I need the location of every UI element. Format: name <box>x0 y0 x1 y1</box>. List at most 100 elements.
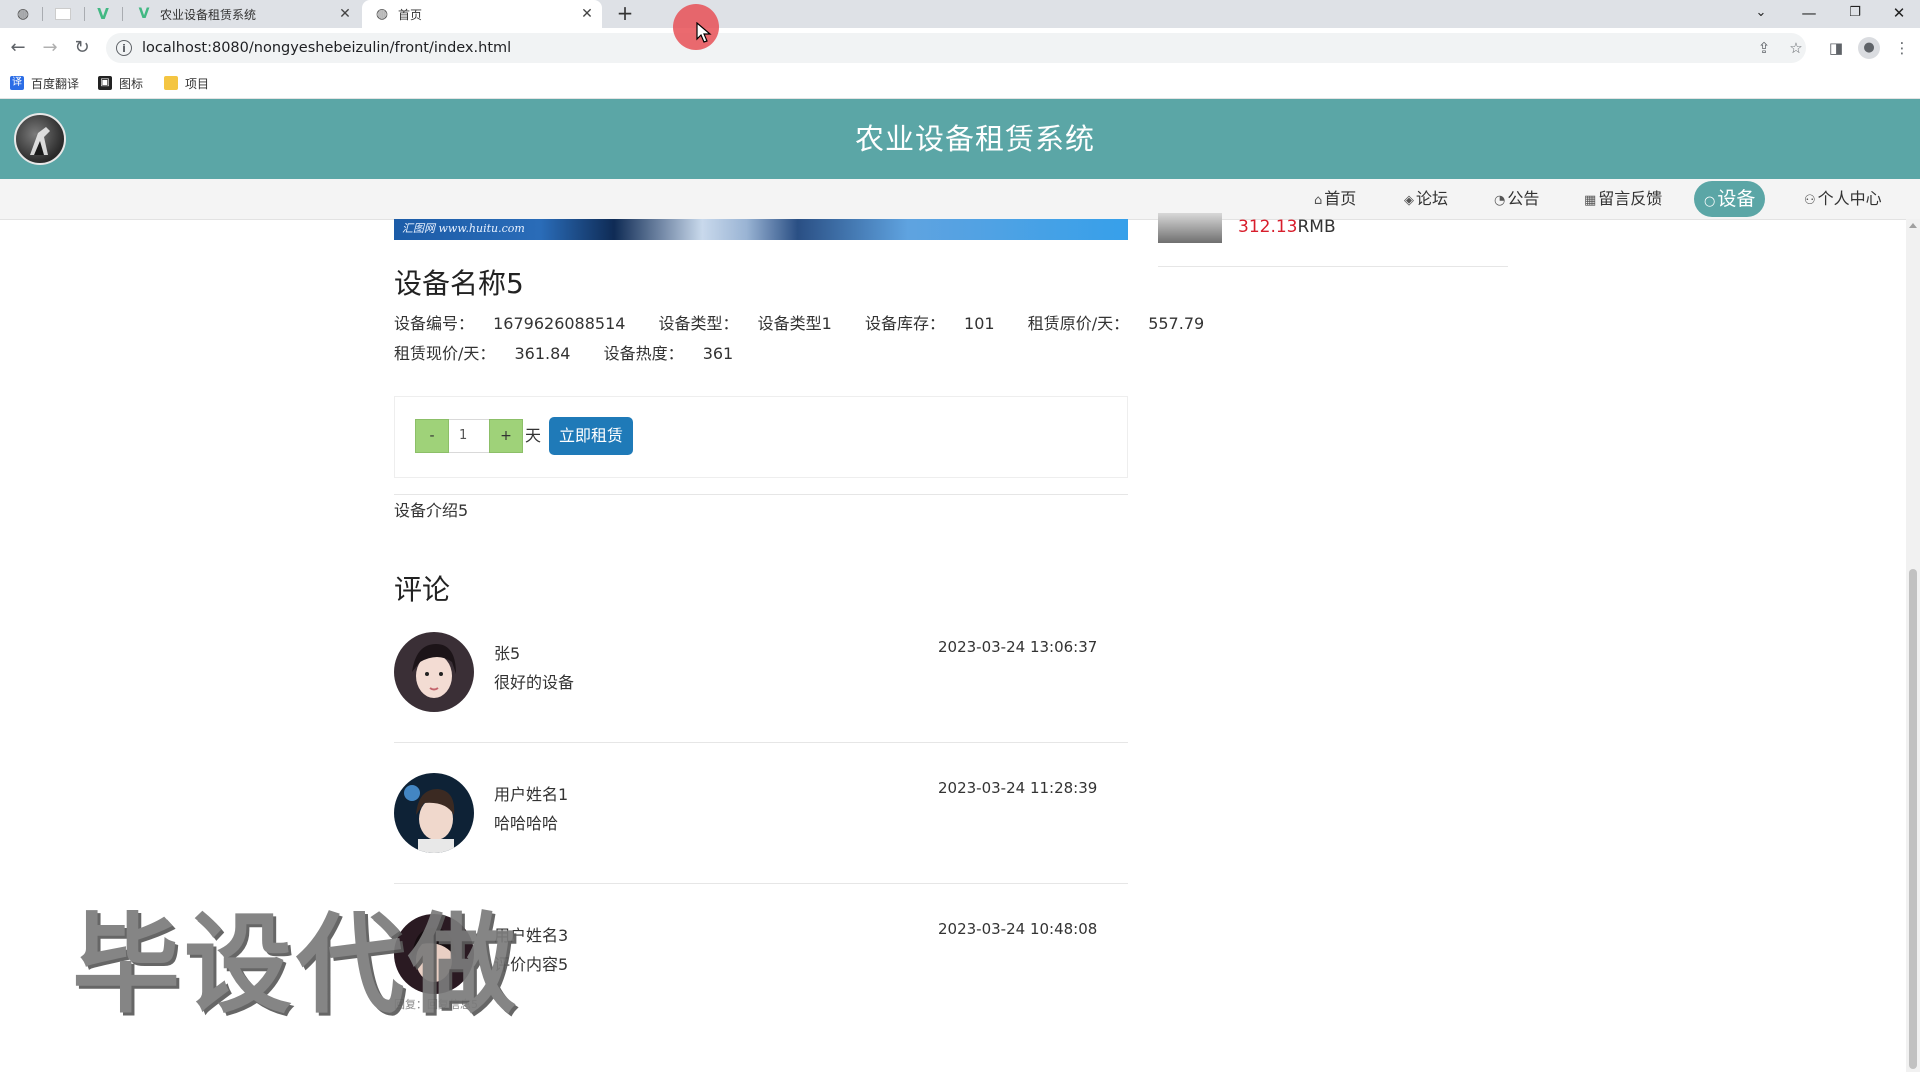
bookmark-item[interactable]: 译 百度翻译 <box>10 74 79 92</box>
comment-user: 张5 <box>494 644 521 663</box>
url-text: localhost:8080/nongyeshebeizulin/front/i… <box>142 40 512 56</box>
comment-time: 2023-03-24 13:06:37 <box>938 638 1098 656</box>
close-tab-icon[interactable]: ✕ <box>336 6 354 22</box>
avatar <box>394 632 474 712</box>
message-icon: ▦ <box>1584 193 1597 208</box>
nav-label: 公告 <box>1507 189 1540 208</box>
nav-label: 首页 <box>1324 189 1357 208</box>
speedometer-icon: ◔ <box>1494 193 1506 208</box>
folder-icon <box>164 76 178 90</box>
bookmark-label: 图标 <box>119 76 144 91</box>
comment-time: 2023-03-24 10:48:08 <box>938 920 1098 938</box>
bookmarks-bar: 译 百度翻译 ▣ 图标 项目 <box>0 68 1920 99</box>
recommended-item-price: 312.13RMB <box>1238 217 1336 237</box>
site-header: 农业设备租赁系统 <box>0 99 1920 179</box>
nav-item-equipment[interactable]: ○ 设备 <box>1694 181 1766 217</box>
tab-title: 农业设备租赁系统 <box>160 7 257 22</box>
attr-type: 设备类型： 设备类型1 <box>658 314 832 333</box>
reload-icon[interactable]: ↻ <box>68 34 96 62</box>
rent-panel: - 1 + 天 立即租赁 <box>394 396 1128 478</box>
image-icon: ▣ <box>98 76 112 90</box>
user-icon: ⚇ <box>1804 193 1816 208</box>
nav-item-profile[interactable]: ⚇ 个人中心 <box>1804 183 1882 215</box>
attr-code: 设备编号： 1679626088514 <box>394 314 626 333</box>
new-tab-button[interactable]: + <box>612 0 638 28</box>
tab-title: 首页 <box>398 7 423 22</box>
attr-popularity: 设备热度： 361 <box>603 344 734 363</box>
tab-system[interactable]: V 农业设备租赁系统 ✕ <box>124 0 360 28</box>
restore-icon[interactable]: ❐ <box>1834 0 1876 28</box>
pinned-tab[interactable]: ◍ <box>4 0 42 28</box>
side-panel-icon[interactable]: ◨ <box>1826 38 1846 58</box>
attr-stock: 设备库存： 101 <box>864 314 995 333</box>
globe-icon: ◍ <box>16 6 30 22</box>
close-tab-icon[interactable]: ✕ <box>578 6 596 22</box>
comment-time: 2023-03-24 11:28:39 <box>938 779 1098 797</box>
nav-item-forum[interactable]: ◈ 论坛 <box>1404 183 1448 215</box>
more-menu-icon[interactable]: ⋮ <box>1892 38 1912 58</box>
circle-icon: ○ <box>1704 194 1716 209</box>
address-bar[interactable]: i localhost:8080/nongyeshebeizulin/front… <box>106 33 1806 63</box>
product-description: 设备介绍5 <box>394 501 469 520</box>
avatar <box>394 773 474 853</box>
comment-text: 很好的设备 <box>494 673 575 692</box>
comment-item: 张5 很好的设备 2023-03-24 13:06:37 <box>394 632 1128 773</box>
vue-logo-icon: V <box>138 6 150 22</box>
forward-icon[interactable]: → <box>36 34 64 62</box>
bookmark-item[interactable]: 项目 <box>164 74 209 92</box>
attr-current-price: 租赁现价/天： 361.84 <box>394 344 571 363</box>
nav-label: 设备 <box>1717 188 1756 210</box>
site-info-icon[interactable]: i <box>116 40 132 56</box>
profile-avatar-icon[interactable]: ● <box>1858 37 1880 59</box>
comment-text: 哈哈哈哈 <box>494 814 559 833</box>
nav-item-feedback[interactable]: ▦ 留言反馈 <box>1584 183 1662 215</box>
nav-label: 个人中心 <box>1817 189 1882 208</box>
share-icon[interactable]: ⇪ <box>1754 38 1774 58</box>
increase-days-button[interactable]: + <box>489 419 523 453</box>
baidu-translate-icon: 译 <box>10 76 24 90</box>
bookmark-star-icon[interactable]: ☆ <box>1786 38 1806 58</box>
browser-tab-bar: ◍ V V 农业设备租赁系统 ✕ ◍ 首页 ✕ + ⌄ — ❐ ✕ <box>0 0 1920 28</box>
product-attributes: 设备编号： 1679626088514 设备类型： 设备类型1 设备库存： 10… <box>394 310 1232 334</box>
nav-label: 论坛 <box>1416 189 1449 208</box>
site-title: 农业设备租赁系统 <box>854 122 1095 156</box>
image-watermark: 汇图网 www.huitu.com <box>402 222 525 235</box>
bookmark-label: 项目 <box>185 76 210 91</box>
vue-logo-icon: V <box>97 5 109 23</box>
tab-search-icon[interactable]: ⌄ <box>1740 0 1782 28</box>
watermark-overlay: 毕设代做 <box>72 903 521 1028</box>
bookmark-item[interactable]: ▣ 图标 <box>98 74 143 92</box>
nav-label: 留言反馈 <box>1598 189 1663 208</box>
comments-heading: 评论 <box>394 573 451 606</box>
divider <box>394 742 1128 743</box>
browser-toolbar: ← → ↻ i localhost:8080/nongyeshebeizulin… <box>0 28 1920 68</box>
close-window-icon[interactable]: ✕ <box>1878 0 1920 28</box>
pinned-tab[interactable] <box>44 0 82 28</box>
pinned-tab[interactable]: V <box>84 0 122 28</box>
product-title: 设备名称5 <box>394 267 524 300</box>
bookmark-label: 百度翻译 <box>31 76 80 91</box>
page-scrollbar[interactable] <box>1906 219 1920 1072</box>
home-icon: ⌂ <box>1314 193 1323 208</box>
scroll-thumb[interactable] <box>1909 569 1917 1069</box>
rent-now-button[interactable]: 立即租赁 <box>549 417 633 455</box>
minimize-icon[interactable]: — <box>1788 0 1830 28</box>
mouse-cursor-icon <box>696 22 712 43</box>
nav-item-home[interactable]: ⌂ 首页 <box>1314 183 1356 215</box>
tab-home[interactable]: ◍ 首页 ✕ <box>362 0 602 28</box>
product-image: 汇图网 www.huitu.com <box>394 219 1128 240</box>
product-attributes: 租赁现价/天： 361.84 设备热度： 361 <box>394 340 761 364</box>
divider <box>394 494 1128 495</box>
decrease-days-button[interactable]: - <box>415 419 449 453</box>
comment-user: 用户姓名1 <box>494 785 569 804</box>
globe-icon: ◍ <box>375 6 389 22</box>
scroll-up-icon[interactable] <box>1909 223 1917 228</box>
attr-original-price: 租赁原价/天： 557.79 <box>1027 314 1205 333</box>
recommended-item-image[interactable] <box>1158 213 1222 243</box>
blank-page-icon <box>55 8 71 20</box>
days-input[interactable]: 1 <box>449 419 489 453</box>
back-icon[interactable]: ← <box>4 34 32 62</box>
nav-item-notice[interactable]: ◔ 公告 <box>1494 183 1539 215</box>
layers-icon: ◈ <box>1404 193 1414 208</box>
main-nav: ⌂ 首页 ◈ 论坛 ◔ 公告 ▦ 留言反馈 ○ 设备 ⚇ 个人中心 <box>0 179 1920 220</box>
